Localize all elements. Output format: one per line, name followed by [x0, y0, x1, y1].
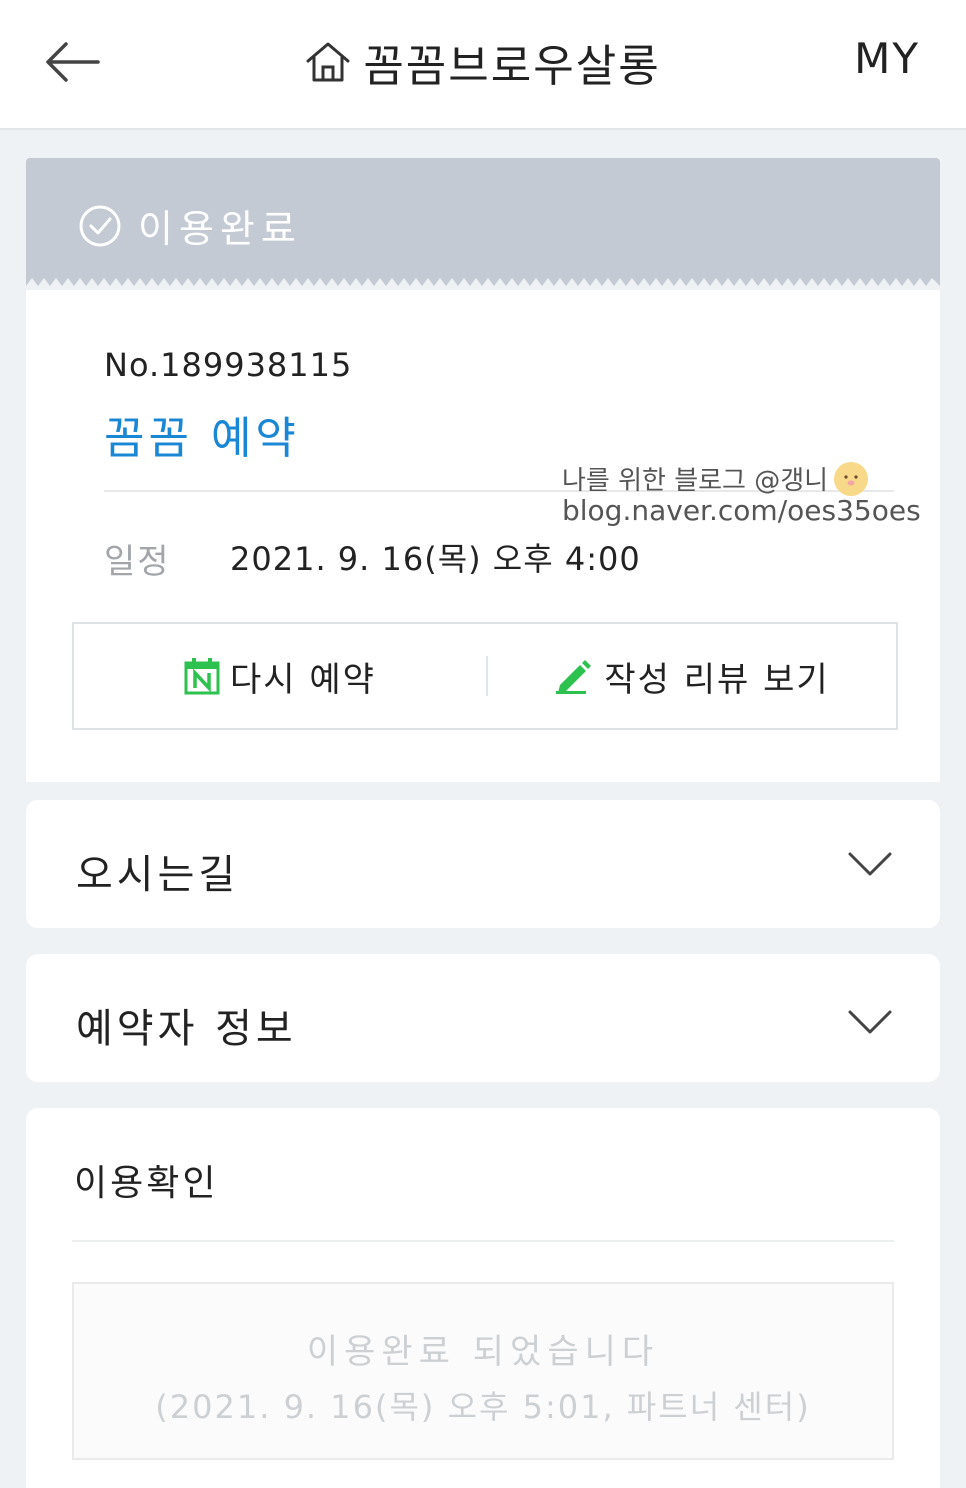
chevron-down-icon[interactable]: [848, 1010, 892, 1036]
view-review-label: 작성 리뷰 보기: [604, 659, 830, 700]
top-header: 꼼꼼브로우살롱 MY: [0, 0, 966, 130]
action-bar: 다시 예약 작성 리뷰 보기: [72, 622, 898, 730]
booker-info-title: 예약자 정보: [76, 1006, 297, 1052]
header-title-area: 꼼꼼브로우살롱: [0, 30, 966, 94]
rebook-label: 다시 예약: [230, 659, 376, 700]
reservation-card: No.189938115 꼼꼼 예약 나를 위한 블로그 @갱니 blog.na…: [26, 290, 940, 782]
home-icon[interactable]: [305, 41, 351, 83]
confirmation-detail: (2021. 9. 16(목) 오후 5:01, 파트너 센터): [155, 1388, 811, 1426]
pencil-icon: [556, 660, 592, 694]
chevron-down-icon[interactable]: [848, 852, 892, 878]
my-page-button[interactable]: MY: [854, 34, 920, 83]
divider: [72, 1240, 894, 1242]
reservation-number: No.189938115: [104, 346, 353, 384]
schedule-value: 2021. 9. 16(목) 오후 4:00: [230, 540, 641, 578]
page-title: 꼼꼼브로우살롱: [363, 41, 661, 92]
naver-calendar-icon: [184, 658, 220, 695]
emoji-icon: [834, 461, 869, 496]
usage-confirmation-section: 이용확인 이용완료 되었습니다 (2021. 9. 16(목) 오후 5:01,…: [26, 1108, 940, 1488]
directions-title: 오시는길: [76, 852, 240, 898]
view-review-button[interactable]: 작성 리뷰 보기: [488, 624, 896, 728]
confirmation-box: 이용완료 되었습니다 (2021. 9. 16(목) 오후 5:01, 파트너 …: [72, 1282, 894, 1460]
booker-info-section[interactable]: 예약자 정보: [26, 954, 940, 1082]
watermark-text: 나를 위한 블로그 @갱니: [562, 466, 829, 496]
status-banner: 이용완료: [26, 158, 940, 280]
check-circle-icon: [79, 205, 121, 246]
directions-section[interactable]: 오시는길: [26, 800, 940, 928]
status-label: 이용완료: [138, 207, 302, 251]
confirmation-title: 이용확인: [74, 1163, 219, 1204]
reservation-type: 꼼꼼 예약: [104, 413, 300, 464]
schedule-label: 일정: [104, 542, 171, 582]
ticket-edge: [26, 270, 940, 286]
watermark-line1: 나를 위한 블로그 @갱니: [562, 460, 869, 497]
watermark-url: blog.naver.com/oes35oes: [562, 494, 921, 527]
confirmation-message: 이용완료 되었습니다: [306, 1332, 660, 1372]
rebook-button[interactable]: 다시 예약: [74, 624, 486, 728]
